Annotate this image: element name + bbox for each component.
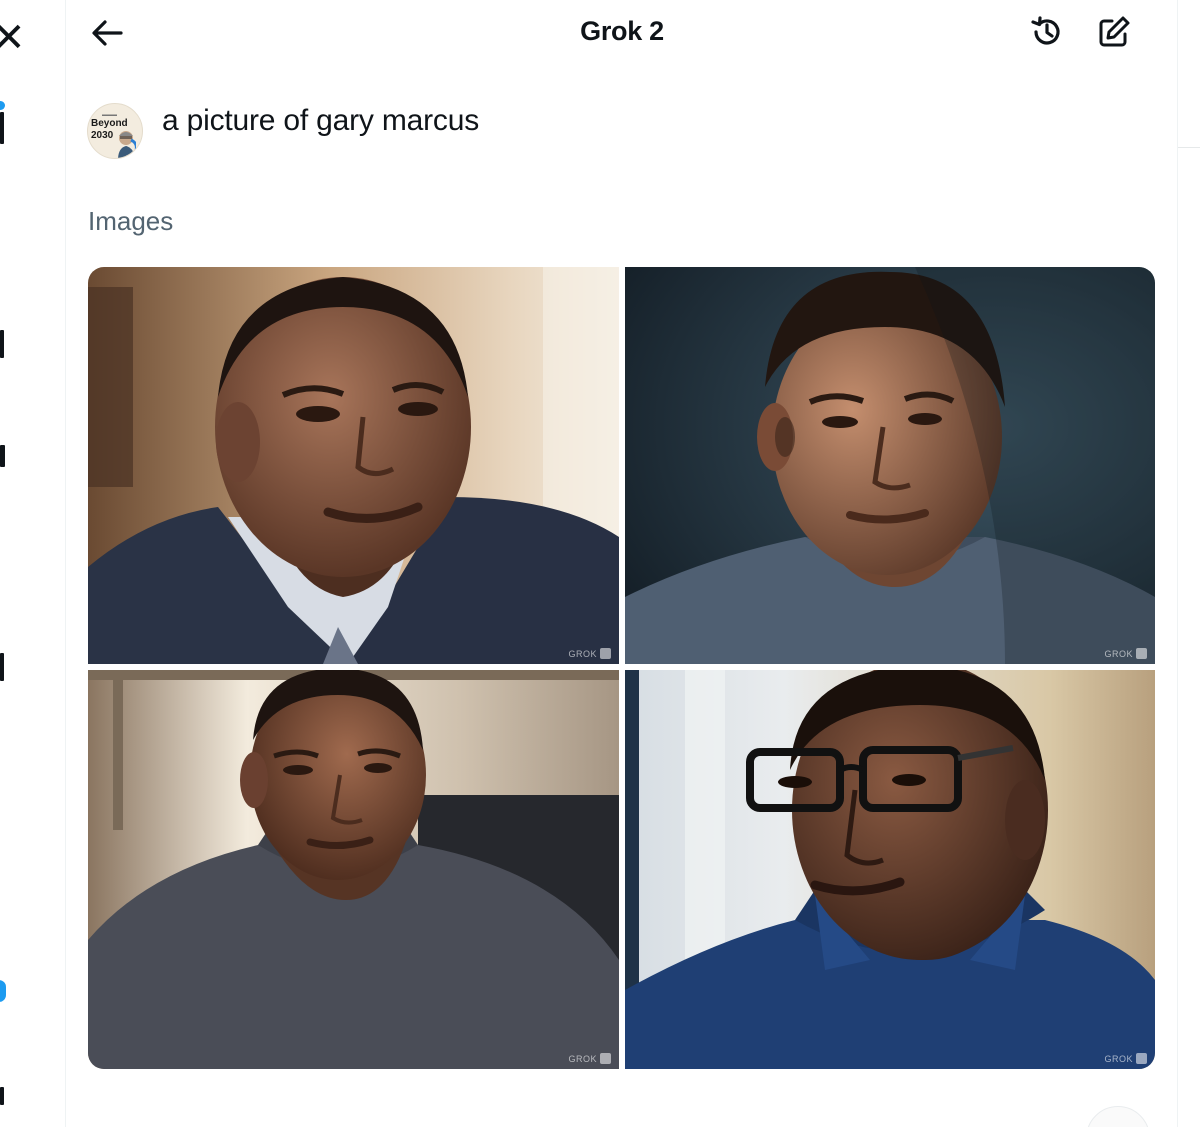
watermark-icon xyxy=(1136,648,1147,659)
watermark: GROK xyxy=(568,648,611,659)
floating-action-button[interactable] xyxy=(1086,1106,1150,1127)
header: Grok 2 xyxy=(67,0,1177,66)
watermark-icon xyxy=(1136,1053,1147,1064)
images-section-label: Images xyxy=(88,206,174,236)
portrait-image xyxy=(625,670,1155,1069)
watermark-text: GROK xyxy=(1104,648,1133,659)
notification-dot xyxy=(0,101,5,110)
watermark-text: GROK xyxy=(568,1053,597,1064)
portrait-image xyxy=(625,267,1155,664)
nav-icon-fragment[interactable] xyxy=(0,445,5,467)
watermark: GROK xyxy=(568,1053,611,1064)
left-sidebar: ✕ xyxy=(0,0,66,1127)
nav-icon-fragment[interactable] xyxy=(0,653,4,681)
x-logo-icon[interactable]: ✕ xyxy=(0,18,26,58)
watermark-icon xyxy=(600,1053,611,1064)
portrait-image xyxy=(88,267,619,664)
watermark-text: GROK xyxy=(1104,1053,1133,1064)
nav-icon-fragment[interactable] xyxy=(0,1087,4,1105)
nav-icon-fragment[interactable] xyxy=(0,980,6,1002)
generated-image-3[interactable]: GROK xyxy=(88,670,619,1069)
generated-image-4[interactable]: GROK xyxy=(625,670,1155,1069)
history-button[interactable] xyxy=(1027,12,1067,52)
generated-image-2[interactable]: GROK xyxy=(625,267,1155,664)
nav-icon-fragment[interactable] xyxy=(0,330,4,358)
watermark-icon xyxy=(600,648,611,659)
watermark-text: GROK xyxy=(568,648,597,659)
page-title: Grok 2 xyxy=(580,16,664,46)
avatar-portrait-icon xyxy=(118,131,136,158)
avatar-text-line2: 2030 xyxy=(91,130,114,141)
nav-icon-fragment[interactable] xyxy=(0,112,4,144)
image-grid: GROK GROK GROK GROK xyxy=(88,267,1155,1069)
divider xyxy=(1178,147,1200,148)
user-avatar[interactable]: ▬▬▬ Beyond 2030 xyxy=(87,103,143,159)
generated-image-1[interactable]: GROK xyxy=(88,267,619,664)
prompt-text: a picture of gary marcus xyxy=(162,104,479,137)
compose-icon xyxy=(1099,16,1130,47)
history-icon xyxy=(1031,16,1060,45)
portrait-image xyxy=(88,670,619,1069)
right-column-edge xyxy=(1177,0,1200,1127)
watermark: GROK xyxy=(1104,1053,1147,1064)
compose-button[interactable] xyxy=(1094,12,1134,52)
watermark: GROK xyxy=(1104,648,1147,659)
